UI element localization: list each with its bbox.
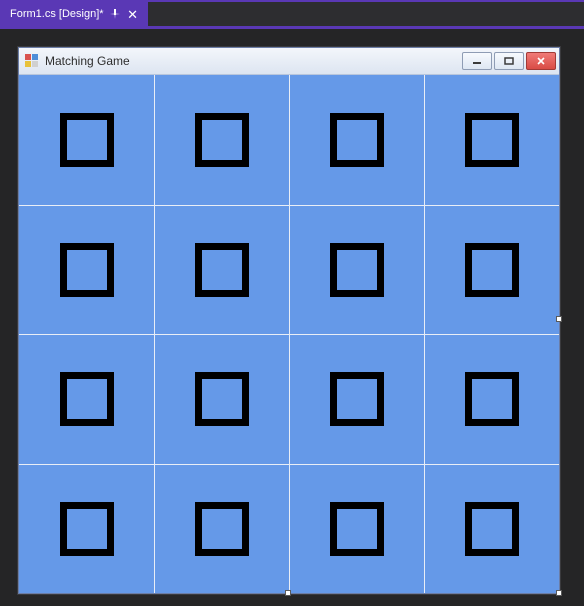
card-cell[interactable]	[19, 334, 154, 464]
form-window[interactable]: Matching Game	[18, 47, 560, 594]
card-square-glyph	[195, 372, 249, 426]
form-client-area	[19, 75, 559, 593]
minimize-button[interactable]	[462, 52, 492, 70]
card-square-glyph	[195, 243, 249, 297]
document-tab-form1[interactable]: Form1.cs [Design]* ✕	[0, 2, 148, 26]
pin-icon[interactable]	[110, 9, 120, 19]
document-tab-strip: Form1.cs [Design]* ✕	[0, 0, 584, 26]
card-grid	[19, 75, 559, 593]
card-cell[interactable]	[424, 75, 559, 205]
close-icon[interactable]: ✕	[126, 7, 140, 21]
card-square-glyph	[330, 243, 384, 297]
card-cell[interactable]	[19, 205, 154, 335]
card-square-glyph	[195, 502, 249, 556]
card-cell[interactable]	[289, 75, 424, 205]
resize-handle-bottom[interactable]	[285, 590, 291, 596]
card-square-glyph	[330, 113, 384, 167]
card-square-glyph	[60, 372, 114, 426]
design-surface[interactable]: Matching Game	[0, 29, 584, 606]
app-icon	[25, 54, 39, 68]
card-cell[interactable]	[154, 205, 289, 335]
card-square-glyph	[195, 113, 249, 167]
resize-handle-right[interactable]	[556, 316, 562, 322]
card-cell[interactable]	[19, 464, 154, 594]
card-cell[interactable]	[19, 75, 154, 205]
maximize-button[interactable]	[494, 52, 524, 70]
card-square-glyph	[465, 243, 519, 297]
card-cell[interactable]	[424, 464, 559, 594]
card-cell[interactable]	[289, 334, 424, 464]
card-square-glyph	[465, 113, 519, 167]
card-square-glyph	[330, 372, 384, 426]
card-cell[interactable]	[289, 205, 424, 335]
card-square-glyph	[60, 243, 114, 297]
titlebar: Matching Game	[19, 48, 559, 75]
card-square-glyph	[330, 502, 384, 556]
window-buttons	[462, 52, 556, 70]
card-cell[interactable]	[424, 334, 559, 464]
card-square-glyph	[465, 502, 519, 556]
card-square-glyph	[60, 113, 114, 167]
card-square-glyph	[60, 502, 114, 556]
card-cell[interactable]	[154, 334, 289, 464]
card-cell[interactable]	[154, 75, 289, 205]
close-button[interactable]	[526, 52, 556, 70]
tab-label: Form1.cs [Design]*	[10, 8, 104, 20]
resize-handle-corner[interactable]	[556, 590, 562, 596]
card-cell[interactable]	[154, 464, 289, 594]
window-title: Matching Game	[45, 54, 456, 68]
card-cell[interactable]	[424, 205, 559, 335]
card-square-glyph	[465, 372, 519, 426]
card-cell[interactable]	[289, 464, 424, 594]
